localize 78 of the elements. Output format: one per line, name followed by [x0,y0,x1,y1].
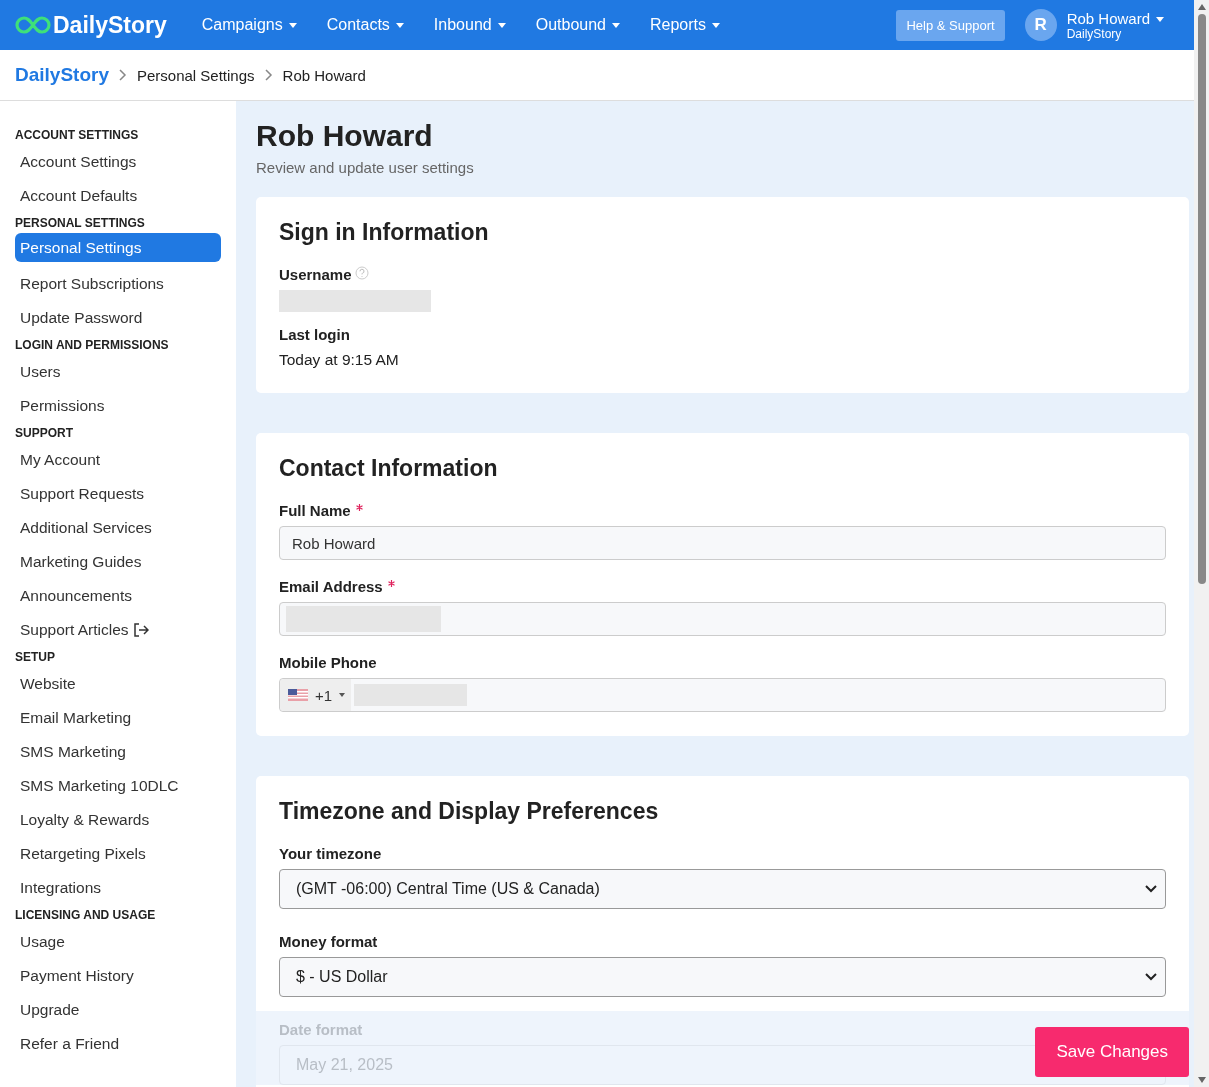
caret-icon [611,22,620,28]
field-label: Money format [279,933,379,950]
scrollbar[interactable] [1194,0,1209,1087]
sidebar-item[interactable]: Additional Services [15,511,221,545]
chevron-right-icon [119,69,127,81]
caret-icon [497,22,506,28]
external-link-icon [132,623,149,637]
field-label: Last login [279,326,351,343]
chevron-down-icon [1145,885,1157,893]
full-name-field[interactable]: Rob Howard [279,526,1166,560]
caret-icon [395,22,404,28]
sidebar-item[interactable]: Account Settings [15,145,221,179]
sidebar-item[interactable]: Update Password [15,301,221,335]
flag-icon [288,689,308,701]
select-dropdown[interactable]: $ - US Dollar [279,957,1166,997]
nav-menu[interactable]: Inbound [418,16,521,34]
user-name[interactable]: Rob Howard [1066,9,1150,27]
country-code-selector[interactable]: +1 [280,679,352,711]
email-field[interactable] [279,602,1166,636]
sidebar-item[interactable]: Permissions [15,389,221,423]
page-title: Rob Howard [256,119,434,153]
caret-icon [712,22,720,28]
page-subtitle: Review and update user settings [256,159,475,176]
sidebar-item[interactable]: Report Subscriptions [15,267,221,301]
nav-menu[interactable]: Campaigns [186,16,312,34]
sidebar-item[interactable]: Account Defaults [15,179,221,213]
field-label: Email Address [279,578,383,595]
sidebar-item[interactable]: SMS Marketing [15,735,221,769]
sidebar-item[interactable]: Usage [15,925,221,959]
logo-text[interactable]: DailyStory [53,11,167,39]
field-label: Mobile Phone [279,654,377,671]
sidebar-item[interactable]: Integrations [15,871,221,905]
card-title: Sign in Information [279,219,490,246]
sidebar-heading: LICENSING AND USAGE [15,907,157,924]
card-title: Timezone and Display Preferences [279,798,660,825]
sidebar-item[interactable]: Upgrade [15,993,221,1027]
sidebar-item[interactable]: Payment History [15,959,221,993]
sidebar-heading: PERSONAL SETTINGS [15,215,146,232]
chevron-right-icon [264,69,273,81]
sidebar-item[interactable]: Website [15,667,221,701]
user-company: DailyStory [1066,26,1123,41]
sidebar-item[interactable]: Retargeting Pixels [15,837,221,871]
sidebar-item[interactable]: Users [15,355,221,389]
field-label: Username [279,266,352,283]
breadcrumb-link[interactable]: DailyStory [15,64,109,86]
sidebar-item[interactable]: My Account [15,443,221,477]
last-login-value: Today at 9:15 AM [279,351,400,369]
sidebar-item[interactable]: Support Articles [15,613,221,647]
breadcrumb-link[interactable]: Personal Settings [137,66,255,84]
sidebar-item[interactable]: Marketing Guides [15,545,221,579]
chevron-down-icon [1145,973,1157,981]
sidebar-item[interactable]: Email Marketing [15,701,221,735]
breadcrumb-link[interactable]: Rob Howard [282,66,366,84]
field-label: Full Name [279,502,351,519]
field-label: Your timezone [279,845,383,862]
sidebar-heading: SETUP [15,649,56,666]
scroll-down-arrow-icon[interactable] [1197,1077,1206,1083]
sidebar-heading: LOGIN AND PERMISSIONS [15,337,170,354]
sidebar-item[interactable]: Refer a Friend [15,1027,221,1061]
sidebar-item[interactable]: Announcements [15,579,221,613]
nav-menu[interactable]: Contacts [311,16,419,34]
sidebar-heading: SUPPORT [15,425,74,442]
card-title: Contact Information [279,455,499,482]
sidebar-item[interactable]: Personal Settings [15,233,221,262]
sidebar-item[interactable]: Support Requests [15,477,221,511]
infinity-logo-icon [15,15,51,35]
caret-icon [288,22,297,28]
nav-menu[interactable]: Reports [634,16,735,34]
sidebar-item[interactable]: SMS Marketing 10DLC [15,769,221,803]
caret-icon [339,693,346,697]
save-changes-button[interactable]: Save Changes [1035,1027,1189,1077]
nav-menu[interactable]: Outbound [520,16,635,34]
sidebar-item[interactable]: Loyalty & Rewards [15,803,221,837]
scroll-up-arrow-icon[interactable] [1197,4,1206,10]
phone-field[interactable]: +1 [279,678,1166,712]
sidebar-heading: ACCOUNT SETTINGS [15,127,140,144]
caret-icon[interactable] [1156,16,1164,22]
select-dropdown[interactable]: (GMT -06:00) Central Time (US & Canada) [279,869,1166,909]
